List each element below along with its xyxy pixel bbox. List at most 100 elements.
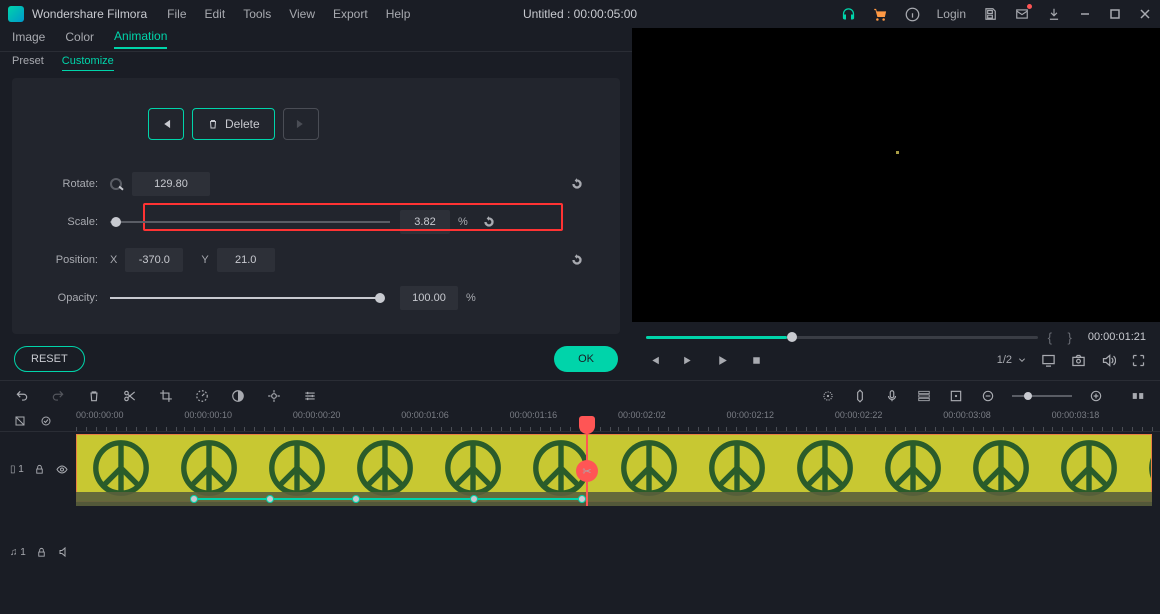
opacity-input[interactable] — [400, 286, 458, 310]
tab-color[interactable]: Color — [65, 30, 94, 48]
download-icon[interactable] — [1046, 6, 1062, 22]
adjust-icon[interactable] — [302, 388, 318, 404]
record-icon[interactable] — [884, 388, 900, 404]
crop-icon[interactable] — [158, 388, 174, 404]
eye-icon[interactable] — [56, 461, 68, 477]
fullscreen-icon[interactable] — [1130, 352, 1146, 368]
scrub-thumb[interactable] — [787, 332, 797, 342]
keyframe-dot[interactable] — [190, 495, 198, 503]
mail-icon[interactable] — [1014, 6, 1030, 22]
zoom-slider[interactable] — [1012, 395, 1072, 397]
opacity-slider[interactable] — [110, 297, 380, 299]
next-keyframe-button[interactable] — [283, 108, 319, 140]
preview-timecode: 00:00:01:21 — [1088, 331, 1146, 343]
redo-icon[interactable] — [50, 388, 66, 404]
menu-file[interactable]: File — [167, 7, 186, 21]
ruler-opt1-icon[interactable] — [12, 413, 28, 429]
next-frame-icon[interactable] — [680, 352, 696, 368]
menu-tools[interactable]: Tools — [243, 7, 271, 21]
volume-icon[interactable] — [1100, 352, 1116, 368]
scale-reset-icon[interactable] — [482, 215, 496, 229]
keyframe-dot[interactable] — [352, 495, 360, 503]
position-x-input[interactable] — [125, 248, 183, 272]
keyframe-icon[interactable] — [266, 388, 282, 404]
document-title: Untitled : 00:00:05:00 — [523, 7, 637, 21]
tab-image[interactable]: Image — [12, 30, 45, 48]
opacity-row: Opacity: % — [48, 286, 584, 310]
stop-icon[interactable] — [748, 352, 764, 368]
main-area: Image Color Animation Preset Customize D… — [0, 28, 1160, 380]
ruler-opt2-icon[interactable] — [38, 413, 54, 429]
menu-bar: File Edit Tools View Export Help — [167, 7, 410, 21]
keyframe-dot[interactable] — [578, 495, 586, 503]
scrub-track[interactable] — [646, 336, 1038, 339]
timeline: 00:00:00:00 00:00:00:10 00:00:00:20 00:0… — [0, 410, 1160, 614]
reset-button[interactable]: RESET — [14, 346, 85, 372]
rotate-label: Rotate: — [48, 178, 98, 190]
props-area: Delete Rotate: Scale: % Position: — [12, 78, 620, 334]
fit-icon[interactable] — [1130, 388, 1146, 404]
ok-button[interactable]: OK — [554, 346, 618, 372]
rotate-input[interactable] — [132, 172, 210, 196]
snapshot-icon[interactable] — [1070, 352, 1086, 368]
play-icon[interactable] — [714, 352, 730, 368]
delete-keyframe-button[interactable]: Delete — [192, 108, 275, 140]
ruler-tick: 00:00:01:16 — [510, 410, 618, 431]
menu-edit[interactable]: Edit — [205, 7, 226, 21]
subtab-preset[interactable]: Preset — [12, 55, 44, 70]
login-button[interactable]: Login — [937, 6, 966, 22]
mixer-icon[interactable] — [820, 388, 836, 404]
playhead[interactable]: ✂ — [586, 432, 588, 506]
render-icon[interactable] — [948, 388, 964, 404]
position-reset-icon[interactable] — [570, 253, 584, 267]
zoom-dropdown[interactable]: 1/2 — [997, 354, 1026, 366]
preview-controls: { } 00:00:01:21 1/2 — [632, 322, 1160, 380]
subtab-customize[interactable]: Customize — [62, 55, 114, 71]
position-y-input[interactable] — [217, 248, 275, 272]
scale-pct: % — [458, 216, 468, 228]
close-button[interactable] — [1138, 7, 1152, 21]
properties-panel: Image Color Animation Preset Customize D… — [0, 28, 632, 380]
video-track-head: ▯ 1 — [0, 432, 76, 506]
zoom-in-icon[interactable] — [1088, 388, 1104, 404]
split-icon[interactable] — [122, 388, 138, 404]
cart-icon[interactable] — [873, 6, 889, 22]
display-icon[interactable] — [1040, 352, 1056, 368]
info-icon[interactable] — [905, 6, 921, 22]
save-icon[interactable] — [982, 6, 998, 22]
delete-icon[interactable] — [86, 388, 102, 404]
keyframe-track[interactable] — [76, 492, 1152, 506]
prev-keyframe-button[interactable] — [148, 108, 184, 140]
keyframe-dot[interactable] — [266, 495, 274, 503]
prev-frame-icon[interactable] — [646, 352, 662, 368]
rotate-reset-icon[interactable] — [570, 177, 584, 191]
rotate-knob[interactable] — [110, 178, 122, 190]
menu-export[interactable]: Export — [333, 7, 368, 21]
scale-slider[interactable] — [110, 221, 390, 223]
tracks-icon[interactable] — [916, 388, 932, 404]
mute-icon[interactable] — [58, 544, 70, 560]
delete-label: Delete — [225, 117, 260, 131]
zoom-ratio: 1/2 — [997, 354, 1012, 366]
headset-icon[interactable] — [841, 6, 857, 22]
speed-icon[interactable] — [194, 388, 210, 404]
menu-view[interactable]: View — [289, 7, 315, 21]
ruler-tick: 00:00:01:06 — [401, 410, 509, 431]
menu-help[interactable]: Help — [386, 7, 411, 21]
minimize-button[interactable] — [1078, 7, 1092, 21]
audio-lock-icon[interactable] — [36, 544, 48, 560]
color-icon[interactable] — [230, 388, 246, 404]
preview-view[interactable] — [632, 28, 1160, 322]
playhead-handle[interactable] — [579, 416, 595, 434]
scale-input[interactable] — [400, 210, 450, 234]
undo-icon[interactable] — [14, 388, 30, 404]
panel-tabs: Image Color Animation — [0, 28, 632, 52]
tab-animation[interactable]: Animation — [114, 29, 167, 49]
zoom-out-icon[interactable] — [980, 388, 996, 404]
maximize-button[interactable] — [1108, 7, 1122, 21]
scissors-icon[interactable]: ✂ — [576, 460, 598, 482]
lock-icon[interactable] — [34, 461, 46, 477]
marker-icon[interactable] — [852, 388, 868, 404]
keyframe-dot[interactable] — [470, 495, 478, 503]
ruler-tick: 00:00:00:10 — [184, 410, 292, 431]
